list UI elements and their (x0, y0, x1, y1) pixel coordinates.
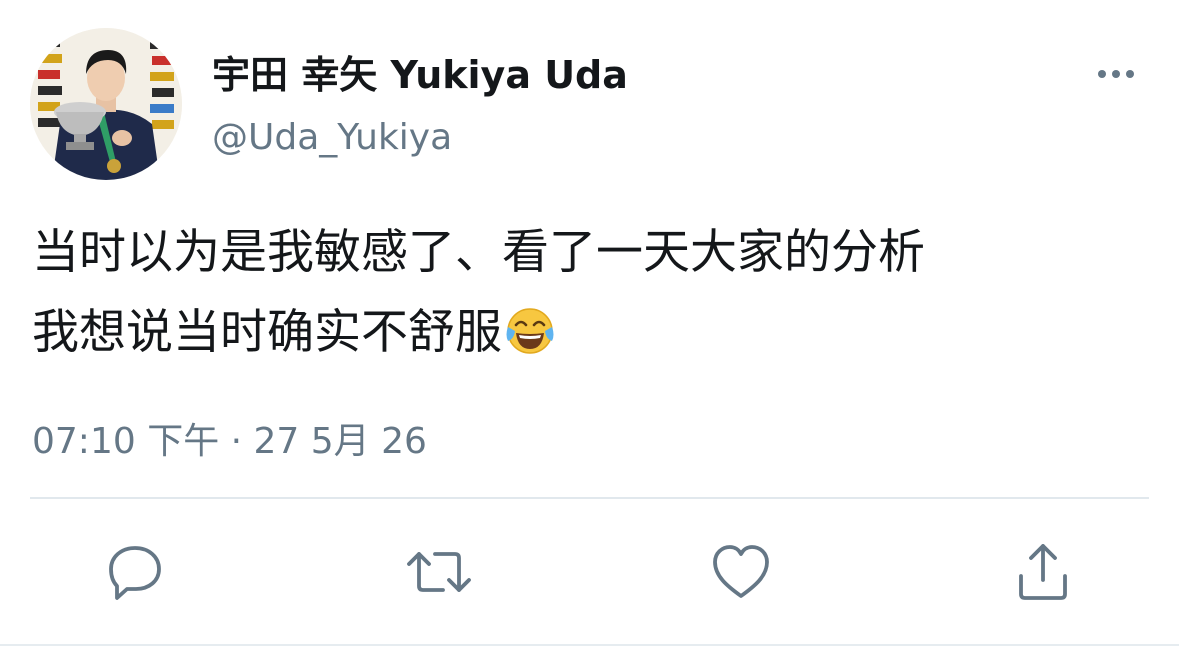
divider (30, 497, 1149, 499)
display-name[interactable]: 宇田 幸矢 Yukiya Uda (212, 44, 628, 99)
tweet-line: 当时以为是我敏感了、看了一天大家的分析 (32, 225, 925, 280)
tweet-detail: 宇田 幸矢 Yukiya Uda @Uda_Yukiya 当时以为是我敏感了、看… (0, 0, 1179, 663)
share-button[interactable] (1011, 540, 1075, 604)
avatar[interactable] (30, 28, 182, 180)
tweet-line-text: 我想说当时确实不舒服 (32, 305, 502, 360)
avatar-photo (30, 28, 182, 180)
like-button[interactable] (709, 540, 773, 604)
tweet-timestamp[interactable]: 07:10 下午 · 27 5月 26 (32, 412, 427, 464)
username-handle[interactable]: @Uda_Yukiya (212, 117, 452, 158)
retweet-button[interactable] (405, 540, 471, 604)
reply-button[interactable] (103, 540, 167, 604)
more-options-button[interactable] (1092, 56, 1140, 92)
retweet-icon (407, 552, 471, 592)
share-icon (1019, 544, 1067, 600)
reply-icon (109, 546, 161, 600)
tweet-line: 我想说当时确实不舒服 (32, 293, 1152, 373)
tears-of-joy-emoji-icon (506, 308, 554, 354)
more-dots-icon (1098, 70, 1134, 78)
divider (0, 644, 1179, 646)
heart-icon (713, 545, 769, 598)
tweet-text: 当时以为是我敏感了、看了一天大家的分析 我想说当时确实不舒服 (32, 213, 1152, 373)
